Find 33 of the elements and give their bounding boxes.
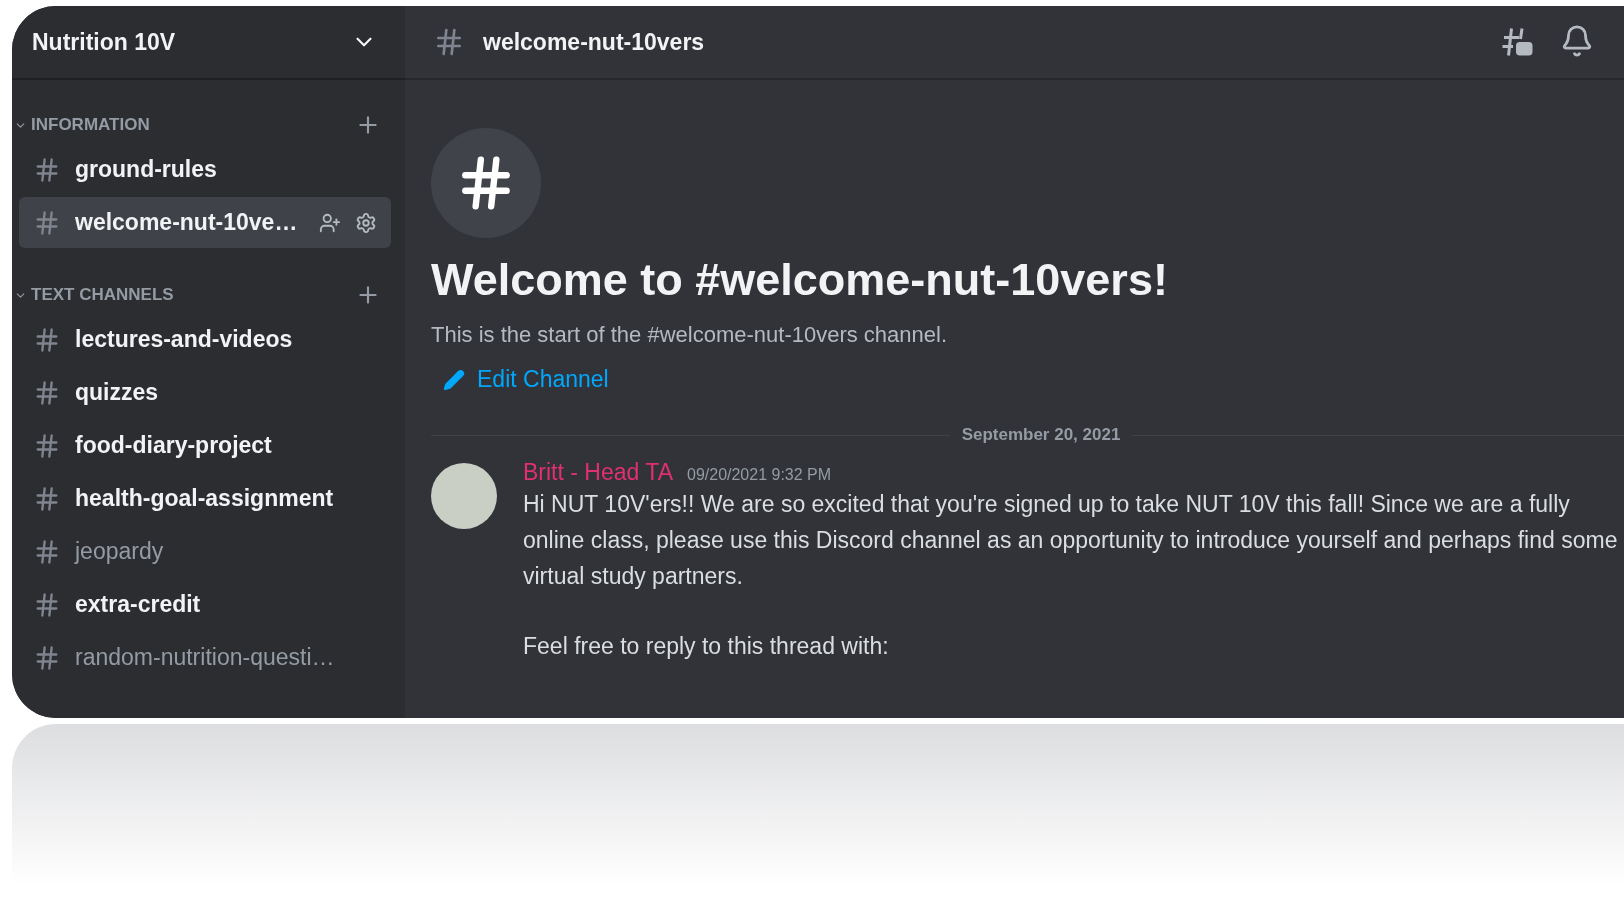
- settings-icon: [355, 211, 377, 234]
- channel-name: extra-credit: [75, 591, 202, 618]
- channel-name: welcome-nut-10ve…: [75, 209, 299, 236]
- channel-name: random-nutrition-questi…: [75, 644, 336, 671]
- channel-name: quizzes: [75, 379, 160, 406]
- channel-item[interactable]: quizzes: [19, 367, 391, 418]
- welcome-subtitle: This is the start of the #welcome-nut-10vers channel.: [431, 322, 949, 348]
- channel-name: lectures-and-videos: [75, 326, 294, 353]
- channel-name: ground-rules: [75, 156, 218, 183]
- channel-item[interactable]: food-diary-project: [19, 420, 391, 471]
- add-member-icon: [319, 211, 341, 234]
- channel-item[interactable]: jeopardy: [19, 526, 391, 577]
- message-author: Britt - Head TA: [523, 459, 673, 486]
- channel-item[interactable]: welcome-nut-10ve…: [19, 197, 391, 248]
- channel-name: food-diary-project: [75, 432, 273, 459]
- message-timestamp: 09/20/2021 9:32 PM: [687, 466, 832, 484]
- channel-name: health-goal-assignment: [75, 485, 335, 512]
- server-name: Nutrition 10V: [32, 28, 176, 56]
- channel-item[interactable]: random-nutrition-questi…: [19, 632, 391, 683]
- pencil-icon: [443, 368, 465, 391]
- welcome-title: Welcome to #welcome-nut-10vers!: [431, 254, 1169, 306]
- channel-item[interactable]: lectures-and-videos: [19, 314, 391, 365]
- channel-item[interactable]: extra-credit: [19, 579, 391, 630]
- channel-title: welcome-nut-10vers: [483, 28, 706, 56]
- channel-name: jeopardy: [75, 538, 165, 565]
- channel-item[interactable]: ground-rules: [19, 144, 391, 195]
- server-header[interactable]: Nutrition 10V: [12, 6, 405, 80]
- message-text: Hi NUT 10V'ers!! We are so excited that you're signed up to take NUT 10V this fall! Since we are a fully online class, please use this Discord channel as an opportunity to introduce yourself and perhaps find some virtual study partners.: [523, 490, 1619, 591]
- edit-channel-link[interactable]: Edit Channel: [431, 366, 609, 393]
- message-text: Feel free to reply to this thread with:: [523, 632, 890, 661]
- bell-icon[interactable]: [1560, 24, 1594, 58]
- date-divider: September 20, 2021: [961, 425, 1121, 445]
- channel-item[interactable]: health-goal-assignment: [19, 473, 391, 524]
